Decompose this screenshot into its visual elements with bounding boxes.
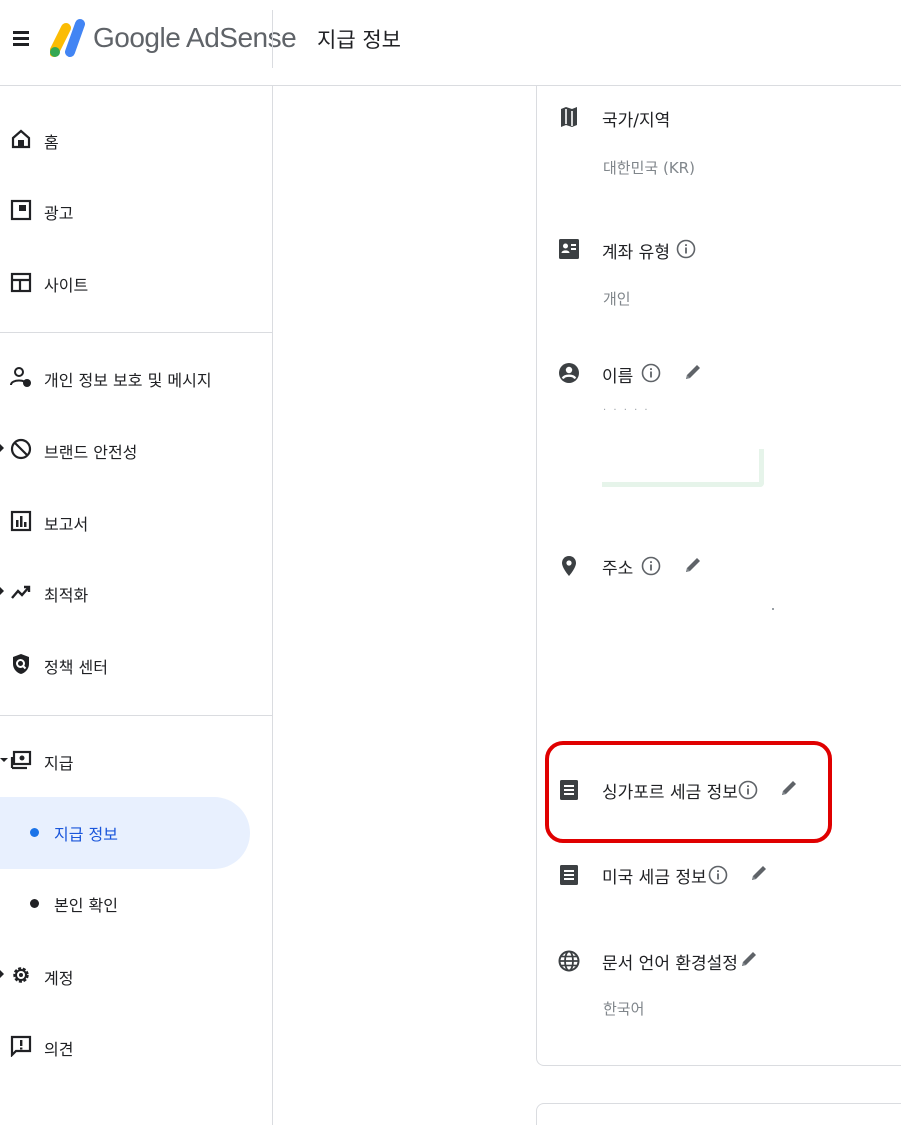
header-divider [272,10,273,68]
report-icon [10,510,32,532]
app-header: Google AdSense 지급 정보 [0,0,901,86]
sidebar-subitem-verification[interactable]: 본인 확인 [0,868,250,940]
edit-pencil-icon[interactable] [778,777,800,799]
sidebar-item-label: 지급 [44,754,74,773]
account-type-title: 계좌 유형 [602,243,670,263]
sidebar-item-label: 사이트 [44,276,89,295]
sidebar-subitem-label: 본인 확인 [54,896,118,915]
info-icon[interactable] [676,239,696,259]
sidebar-item-reports[interactable]: 보고서 [0,492,272,552]
account-type-value: 개인 [603,290,631,308]
sidebar-item-label: 의견 [44,1040,74,1059]
sidebar-item-sites[interactable]: 사이트 [0,253,272,313]
bullet-icon [30,828,39,837]
gear-icon [13,967,29,983]
sidebar-divider [0,332,272,333]
document-list-icon [560,865,578,885]
policy-shield-icon [13,654,29,674]
trending-icon [11,585,31,599]
sidebar-item-policy-center[interactable]: 정책 센터 [0,635,272,695]
next-card [536,1103,901,1125]
expand-arrow-icon[interactable] [0,587,4,595]
sidebar-item-label: 광고 [44,204,74,223]
info-icon[interactable] [641,556,661,576]
main-menu-button[interactable] [10,26,34,50]
expand-arrow-icon[interactable] [0,444,4,452]
singapore-tax-title: 싱가포르 세금 정보 [602,783,738,803]
sidebar-item-account[interactable]: 계정 [0,946,272,1006]
sidebar-item-brand-safety[interactable]: 브랜드 안전성 [0,420,272,480]
sidebar-item-label: 정책 센터 [44,658,108,677]
sidebar-item-label: 개인 정보 보호 및 메시지 [44,371,212,390]
page-title: 지급 정보 [317,28,401,52]
sidebar-item-ads[interactable]: 광고 [0,181,272,241]
name-masked-value: · · · · · [603,405,650,416]
collapse-arrow-icon[interactable] [0,758,8,762]
name-title: 이름 [602,367,634,387]
sites-icon [10,272,32,293]
expand-arrow-icon[interactable] [0,970,4,978]
payments-icon [10,750,32,770]
payment-info-card [536,86,901,1066]
info-icon[interactable] [641,363,661,383]
document-list-icon [560,780,578,800]
sidebar-item-home[interactable]: 홈 [0,110,272,170]
map-icon [561,107,577,127]
sidebar-item-privacy-messaging[interactable]: 개인 정보 보호 및 메시지 [0,348,272,408]
sidebar-subitem-label: 지급 정보 [54,825,118,844]
sidebar-divider [0,715,272,716]
ads-icon [10,199,32,221]
account-circle-icon [559,363,579,383]
feedback-icon [10,1035,32,1057]
location-pin-icon [562,556,576,576]
adsense-logo-icon [50,19,85,57]
privacy-messaging-icon [10,367,31,387]
sidebar-item-label: 보고서 [44,515,89,534]
contact-card-icon [559,239,579,259]
document-language-value: 한국어 [603,1000,645,1018]
sidebar-item-payments[interactable]: 지급 [0,731,272,791]
info-icon[interactable] [738,780,758,800]
country-title: 국가/지역 [602,111,671,131]
us-tax-title: 미국 세금 정보 [602,868,707,888]
edit-pencil-icon[interactable] [738,948,760,970]
globe-icon [558,950,580,972]
sidebar-item-feedback[interactable]: 의견 [0,1017,272,1077]
sidebar-item-label: 홈 [44,133,59,152]
info-icon[interactable] [708,865,728,885]
brand-name: Google AdSense [93,22,297,53]
sidebar-subitem-payment-info[interactable]: 지급 정보 [0,797,250,869]
country-value: 대한민국 (KR) [603,159,695,177]
address-title: 주소 [602,559,634,579]
document-language-title: 문서 언어 환경설정 [602,954,738,974]
sidebar-item-optimization[interactable]: 최적화 [0,563,272,623]
name-edit-box [602,449,764,487]
home-icon [11,129,31,149]
sidebar-item-label: 계정 [44,969,74,988]
edit-pencil-icon[interactable] [682,554,704,576]
edit-pencil-icon[interactable] [682,361,704,383]
address-masked-value [772,608,774,610]
block-icon [10,438,32,460]
sidebar-item-label: 브랜드 안전성 [44,443,138,462]
sidebar-item-label: 최적화 [44,586,89,605]
edit-pencil-icon[interactable] [748,862,770,884]
bullet-icon [30,899,39,908]
